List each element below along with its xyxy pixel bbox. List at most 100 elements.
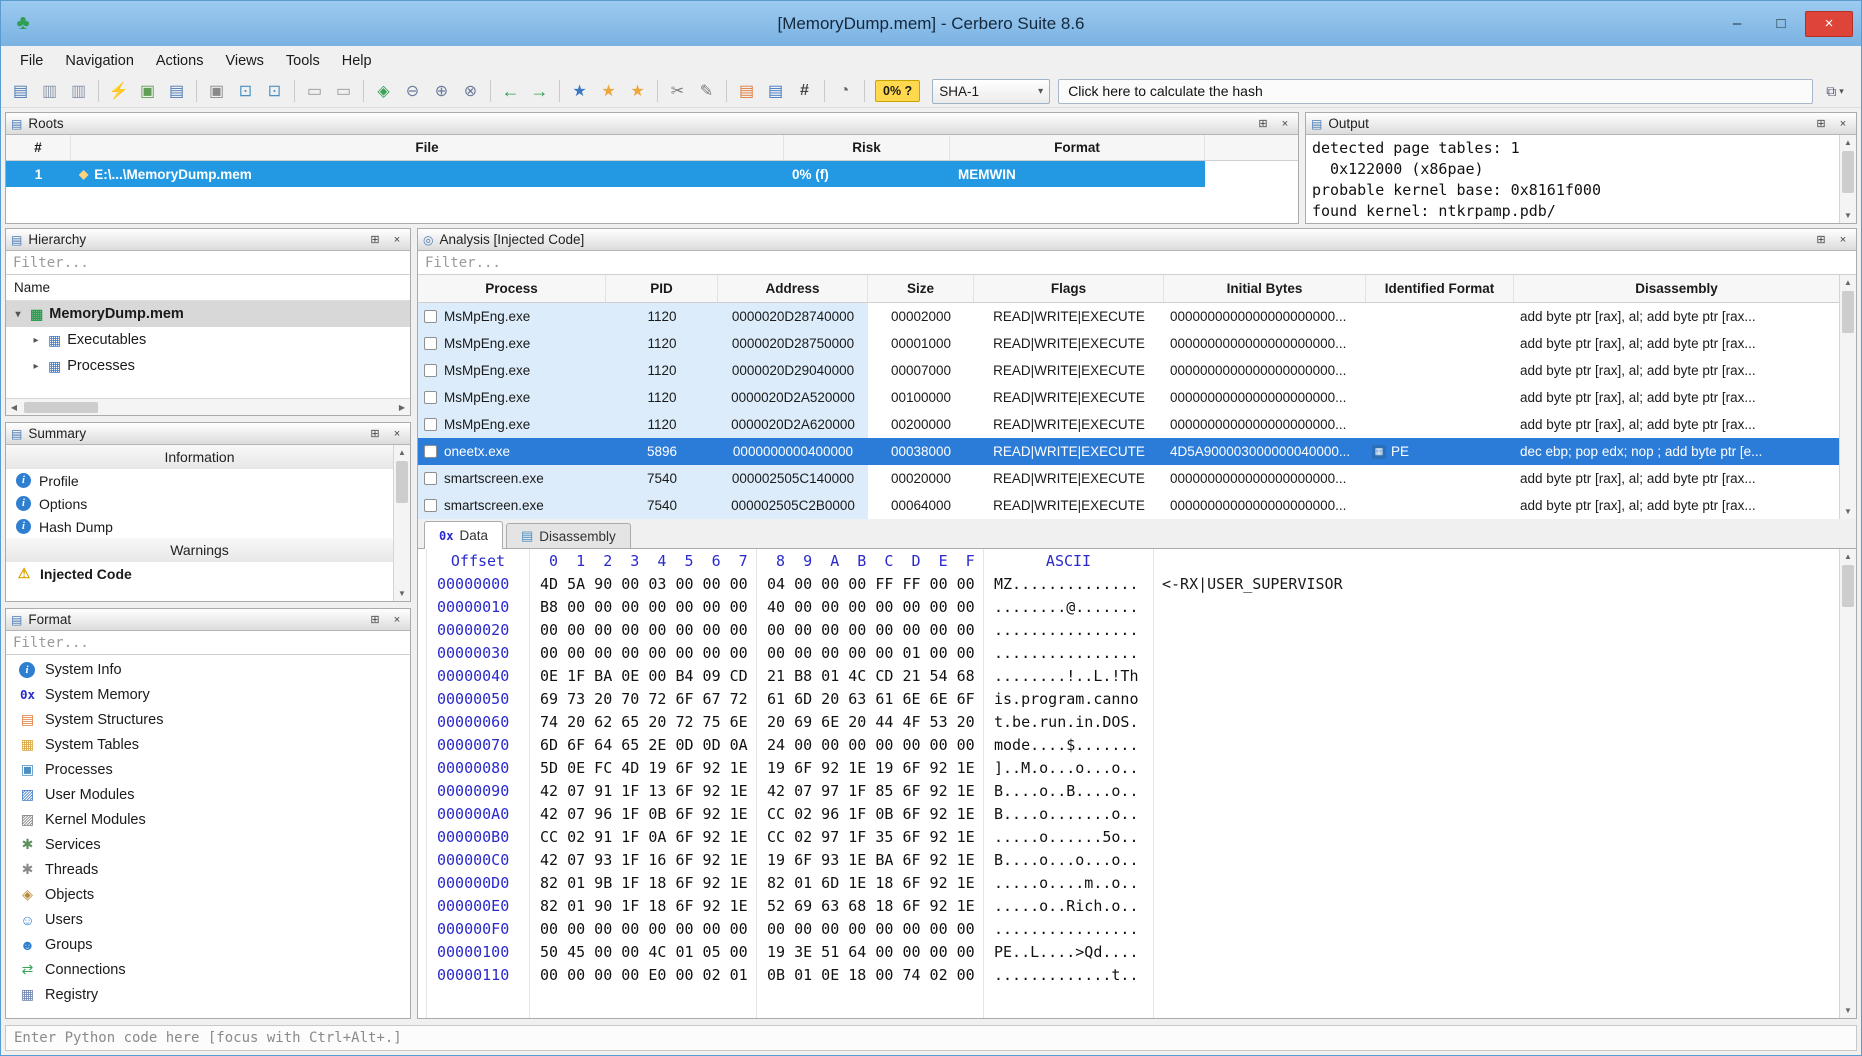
hex-bytes[interactable]: CC 02 97 1F 35 6F 92 1E bbox=[767, 826, 973, 849]
col-address[interactable]: Address bbox=[718, 275, 868, 302]
format-list-item[interactable]: ▨ User Modules bbox=[6, 782, 410, 807]
hex-view-icon[interactable]: ⊡ bbox=[232, 78, 259, 104]
format-list-item[interactable]: ◈ Objects bbox=[6, 882, 410, 907]
scroll-down-icon[interactable]: ▼ bbox=[394, 586, 410, 601]
hex-bytes[interactable]: 00 00 00 00 00 00 00 00 bbox=[540, 642, 746, 665]
panel-float-icon[interactable]: ⊞ bbox=[1813, 116, 1829, 132]
hex-ascii[interactable]: mode....$....... bbox=[994, 734, 1143, 757]
hex-bytes[interactable]: 42 07 91 1F 13 6F 92 1E bbox=[540, 780, 746, 803]
summary-scrollbar[interactable]: ▲ ▼ bbox=[393, 445, 410, 601]
format-list-item[interactable]: ▦ System Tables bbox=[6, 732, 410, 757]
menu-actions[interactable]: Actions bbox=[145, 49, 215, 73]
scrollbar-thumb[interactable] bbox=[24, 402, 98, 413]
zoom-reset-icon[interactable]: ⊗ bbox=[457, 78, 484, 104]
hex-ascii[interactable]: .....o..Rich.o.. bbox=[994, 895, 1143, 918]
format-filter-input[interactable]: Filter... bbox=[6, 631, 410, 655]
roots-col-format[interactable]: Format bbox=[950, 135, 1205, 160]
edit-icon[interactable]: ✎ bbox=[693, 78, 720, 104]
scrollbar-thumb[interactable] bbox=[1842, 151, 1854, 193]
report-icon[interactable]: ▥ bbox=[36, 78, 63, 104]
format-list-item[interactable]: ▣ Processes bbox=[6, 757, 410, 782]
menu-tools[interactable]: Tools bbox=[275, 49, 331, 73]
hex-bytes[interactable]: 00 00 00 00 E0 00 02 01 bbox=[540, 964, 746, 987]
paste-icon[interactable]: ▤ bbox=[163, 78, 190, 104]
row-checkbox[interactable] bbox=[424, 499, 437, 512]
hex-bytes[interactable]: 61 6D 20 63 61 6E 6E 6F bbox=[767, 688, 973, 711]
format-list-item[interactable]: ☺ Users bbox=[6, 907, 410, 932]
summary-info-item[interactable]: i Options bbox=[6, 492, 393, 515]
output-panel-header[interactable]: ▤ Output ⊞ × bbox=[1306, 113, 1856, 135]
scroll-up-icon[interactable]: ▲ bbox=[1840, 275, 1856, 290]
zoom-in-icon[interactable]: ⊕ bbox=[428, 78, 455, 104]
zoom-out-icon[interactable]: ⊖ bbox=[399, 78, 426, 104]
forward-icon[interactable]: → bbox=[526, 78, 553, 104]
analysis-panel-header[interactable]: ◎ Analysis [Injected Code] ⊞ × bbox=[418, 229, 1856, 251]
tree-item-memorydump[interactable]: ▾ ▦ MemoryDump.mem bbox=[6, 301, 410, 327]
hex-bytes[interactable]: 42 07 93 1F 16 6F 92 1E bbox=[540, 849, 746, 872]
hex-bytes[interactable]: 6D 6F 64 65 2E 0D 0D 0A bbox=[540, 734, 746, 757]
panel-float-icon[interactable]: ⊞ bbox=[367, 232, 383, 248]
menu-file[interactable]: File bbox=[9, 49, 54, 73]
copy-hash-button[interactable]: ⧉ ▾ bbox=[1815, 78, 1855, 104]
hex-bytes[interactable]: 69 73 20 70 72 6F 67 72 bbox=[540, 688, 746, 711]
format-list-item[interactable]: ✱ Threads bbox=[6, 857, 410, 882]
python-input[interactable]: Enter Python code here [focus with Ctrl+… bbox=[5, 1025, 1857, 1051]
notes-icon[interactable]: ▥ bbox=[65, 78, 92, 104]
hex-bytes[interactable]: B8 00 00 00 00 00 00 00 bbox=[540, 596, 746, 619]
hex-ascii[interactable]: ................ bbox=[994, 918, 1143, 941]
maximize-button[interactable]: □ bbox=[1761, 11, 1801, 37]
hex-ascii[interactable]: .....o......5o.. bbox=[994, 826, 1143, 849]
scroll-down-icon[interactable]: ▼ bbox=[1840, 208, 1856, 223]
hex-bytes[interactable]: 00 00 00 00 00 00 00 00 bbox=[540, 918, 746, 941]
format-list-item[interactable]: ✱ Services bbox=[6, 832, 410, 857]
analysis-table-row[interactable]: oneetx.exe 5896 0000000000400000 0003800… bbox=[418, 438, 1839, 465]
structures-icon[interactable]: ▤ bbox=[733, 78, 760, 104]
scrollbar-thumb[interactable] bbox=[396, 461, 408, 503]
risk-badge[interactable]: 0% ? bbox=[875, 80, 920, 102]
panel-close-icon[interactable]: × bbox=[1277, 116, 1293, 132]
hex-bytes[interactable]: 82 01 90 1F 18 6F 92 1E bbox=[540, 895, 746, 918]
row-checkbox[interactable] bbox=[424, 310, 437, 323]
hex-bytes[interactable]: 21 B8 01 4C CD 21 54 68 bbox=[767, 665, 973, 688]
cut-icon[interactable]: ✂ bbox=[664, 78, 691, 104]
bookmark-add-icon[interactable]: ★ bbox=[624, 78, 651, 104]
hex-ascii[interactable]: ........@....... bbox=[994, 596, 1143, 619]
panel-float-icon[interactable]: ⊞ bbox=[1255, 116, 1271, 132]
hex-bytes[interactable]: 20 69 6E 20 44 4F 53 20 bbox=[767, 711, 973, 734]
col-disassembly[interactable]: Disassembly bbox=[1514, 275, 1839, 302]
hex-bytes[interactable]: 42 07 96 1F 0B 6F 92 1E bbox=[540, 803, 746, 826]
scroll-left-icon[interactable]: ◀ bbox=[6, 399, 22, 415]
format-list-item[interactable]: ⇄ Connections bbox=[6, 957, 410, 982]
tables-icon[interactable]: ▤ bbox=[762, 78, 789, 104]
hex-ascii[interactable]: MZ.............. bbox=[994, 573, 1143, 596]
hash-tool-icon[interactable]: # bbox=[791, 78, 818, 104]
hex-ascii[interactable]: .............t.. bbox=[994, 964, 1143, 987]
hex-bytes[interactable]: 0B 01 0E 18 00 74 02 00 bbox=[767, 964, 973, 987]
hex-ascii[interactable]: ................ bbox=[994, 619, 1143, 642]
hex-ascii[interactable]: B....o..B....o.. bbox=[994, 780, 1143, 803]
hex-bytes[interactable]: 00 00 00 00 00 00 00 00 bbox=[540, 619, 746, 642]
save-icon[interactable]: ▤ bbox=[7, 78, 34, 104]
col-identified-format[interactable]: Identified Format bbox=[1366, 275, 1514, 302]
hex-bytes[interactable]: 50 45 00 00 4C 01 05 00 bbox=[540, 941, 746, 964]
analysis-table-row[interactable]: smartscreen.exe 7540 000002505C2B0000 00… bbox=[418, 492, 1839, 519]
roots-col-risk[interactable]: Risk bbox=[784, 135, 950, 160]
hex-bytes[interactable]: 00 00 00 00 00 00 00 00 bbox=[767, 918, 973, 941]
summary-warning-item[interactable]: ⚠ Injected Code bbox=[6, 562, 393, 585]
hex-bytes[interactable]: 19 6F 93 1E BA 6F 92 1E bbox=[767, 849, 973, 872]
copy-icon[interactable]: ▣ bbox=[134, 78, 161, 104]
hex-ascii[interactable]: B....o...o...o.. bbox=[994, 849, 1143, 872]
row-checkbox[interactable] bbox=[424, 364, 437, 377]
shape-tool-icon[interactable]: ▭ bbox=[301, 78, 328, 104]
hex-bytes[interactable]: CC 02 96 1F 0B 6F 92 1E bbox=[767, 803, 973, 826]
hex-bytes[interactable]: 52 69 63 68 18 6F 92 1E bbox=[767, 895, 973, 918]
scrollbar-thumb[interactable] bbox=[1842, 565, 1854, 607]
menu-help[interactable]: Help bbox=[331, 49, 383, 73]
summary-panel-header[interactable]: ▤ Summary ⊞ × bbox=[6, 423, 410, 445]
scroll-up-icon[interactable]: ▲ bbox=[394, 445, 410, 460]
hex-bytes[interactable]: CC 02 91 1F 0A 6F 92 1E bbox=[540, 826, 746, 849]
history-icon[interactable]: ◔ bbox=[831, 78, 858, 104]
format-list-item[interactable]: ▦ Registry bbox=[6, 982, 410, 1007]
hex-bytes[interactable]: 4D 5A 90 00 03 00 00 00 bbox=[540, 573, 746, 596]
analysis-table-row[interactable]: smartscreen.exe 7540 000002505C140000 00… bbox=[418, 465, 1839, 492]
